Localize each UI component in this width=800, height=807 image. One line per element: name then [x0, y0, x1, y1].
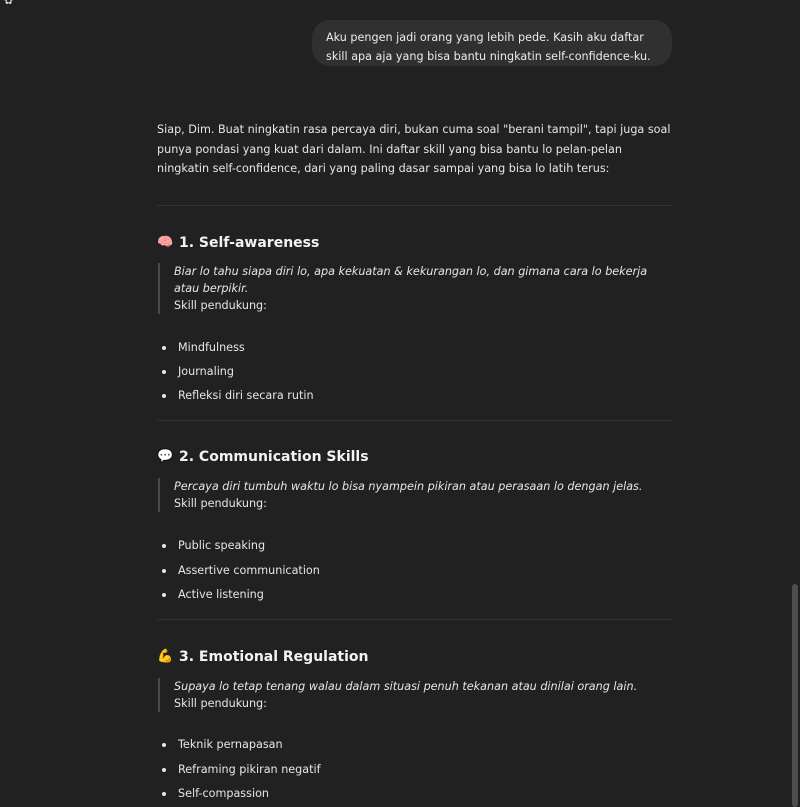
- support-label: Skill pendukung:: [174, 697, 267, 711]
- support-label: Skill pendukung:: [174, 298, 267, 312]
- list-item: Self-compassion: [157, 782, 672, 806]
- section-quote: Supaya lo tetap tenang walau dalam situa…: [158, 678, 672, 713]
- user-message-text: Aku pengen jadi orang yang lebih pede. K…: [326, 31, 651, 63]
- section-heading-emotional-regulation: 💪 3. Emotional Regulation: [157, 647, 672, 667]
- section-quote: Biar lo tahu siapa diri lo, apa kekuatan…: [158, 262, 672, 314]
- section-description: Biar lo tahu siapa diri lo, apa kekuatan…: [174, 264, 648, 295]
- brain-icon: 🧠: [157, 234, 174, 250]
- chat-page: ✿ Aku pengen jadi orang yang lebih pede.…: [0, 0, 800, 807]
- list-item: Public speaking: [157, 534, 672, 558]
- list-item: Assertive communication: [157, 559, 672, 583]
- list-item: Reframing pikiran negatif: [157, 758, 672, 782]
- section-title: 1. Self-awareness: [179, 234, 320, 251]
- section-description: Percaya diri tumbuh waktu lo bisa nyampe…: [174, 480, 643, 494]
- section-heading-communication: 💬 2. Communication Skills: [157, 447, 672, 467]
- list-item: Journaling: [157, 360, 672, 384]
- assistant-message: Siap, Dim. Buat ningkatin rasa percaya d…: [157, 120, 672, 806]
- speech-bubble-icon: 💬: [157, 449, 174, 465]
- list-item: Mindfulness: [157, 336, 672, 360]
- section-title: 3. Emotional Regulation: [179, 649, 369, 666]
- user-message-bubble: Aku pengen jadi orang yang lebih pede. K…: [312, 20, 672, 66]
- scrollbar[interactable]: [790, 0, 800, 807]
- list-item: Refleksi diri secara rutin: [157, 384, 672, 408]
- section-heading-self-awareness: 🧠 1. Self-awareness: [157, 233, 672, 253]
- assistant-intro: Siap, Dim. Buat ningkatin rasa percaya d…: [157, 123, 671, 175]
- flexed-biceps-icon: 💪: [157, 649, 174, 665]
- skill-list: Teknik pernapasan Reframing pikiran nega…: [157, 733, 672, 806]
- list-item: Teknik pernapasan: [157, 733, 672, 757]
- scrollbar-thumb[interactable]: [792, 584, 798, 807]
- section-quote: Percaya diri tumbuh waktu lo bisa nyampe…: [158, 478, 672, 513]
- skill-list: Public speaking Assertive communication …: [157, 534, 672, 607]
- support-label: Skill pendukung:: [174, 497, 267, 511]
- skill-list: Mindfulness Journaling Refleksi diri sec…: [157, 336, 672, 409]
- list-item: Active listening: [157, 583, 672, 607]
- section-title: 2. Communication Skills: [179, 449, 369, 466]
- openai-logo-icon[interactable]: ✿: [4, 0, 16, 7]
- section-description: Supaya lo tetap tenang walau dalam situa…: [174, 680, 638, 694]
